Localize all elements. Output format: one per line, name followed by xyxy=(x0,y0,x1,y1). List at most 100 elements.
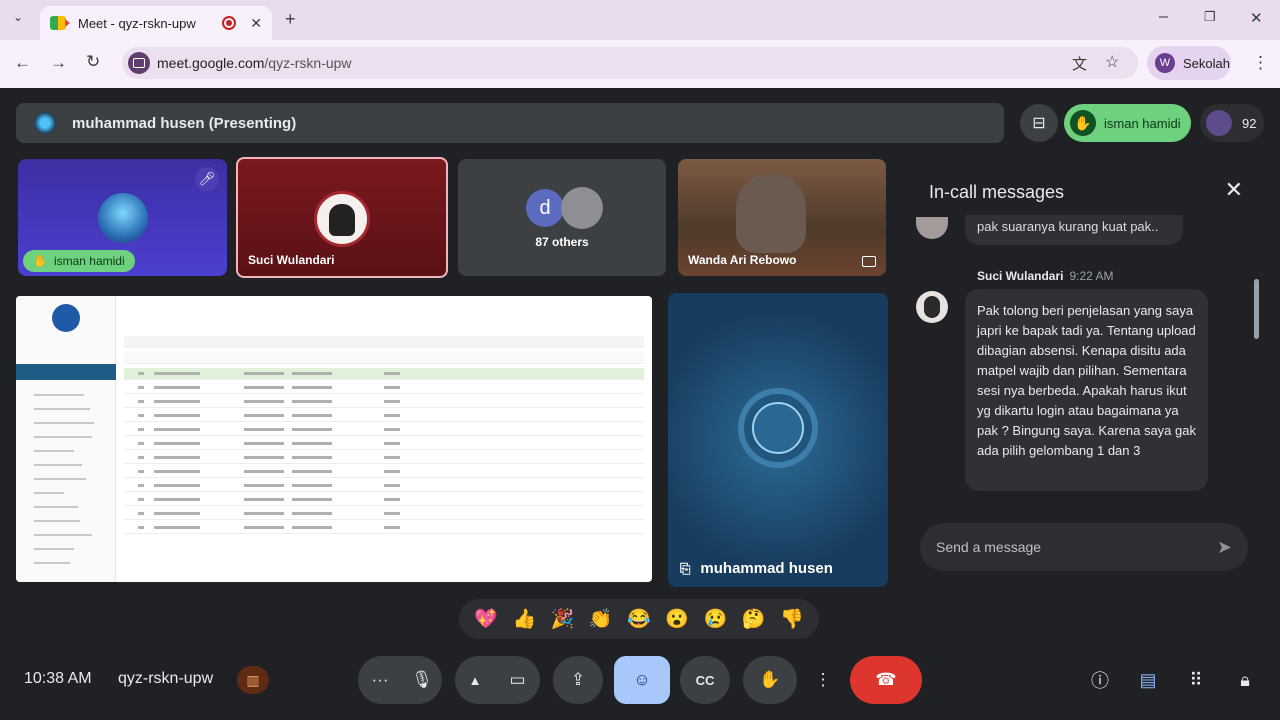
message-bubble: Pak tolong beri penjelasan yang saya jap… xyxy=(965,289,1208,491)
camera-options-button[interactable]: ▲ xyxy=(455,656,495,704)
presenter-avatar xyxy=(34,112,56,134)
captions-icon: CC xyxy=(695,672,715,688)
present-button[interactable]: ⇪ xyxy=(553,656,603,704)
reactions-bar: 💖 👍 🎉 👏 😂 😮 😢 🤔 👎 xyxy=(459,599,819,639)
profile-button[interactable]: W Sekolah xyxy=(1147,46,1231,80)
back-icon[interactable]: ← xyxy=(14,53,31,73)
shared-nav xyxy=(16,364,116,380)
minimize-icon[interactable]: – xyxy=(1159,8,1168,26)
tile-name: Wanda Ari Rebowo xyxy=(688,253,797,267)
window-close-icon[interactable]: ✕ xyxy=(1250,9,1263,27)
reaction-heart[interactable]: 💖 xyxy=(474,607,498,631)
tab-search-icon[interactable]: ⌄ xyxy=(13,10,23,24)
send-icon[interactable]: ➤ xyxy=(1217,537,1232,558)
hang-up-icon: ☎ xyxy=(875,670,897,689)
isman-avatar xyxy=(98,193,148,243)
profile-name: Sekolah xyxy=(1183,55,1230,71)
translate-icon[interactable]: 文 xyxy=(1072,53,1087,74)
camera-icon: ▭ xyxy=(509,670,526,689)
restore-icon[interactable]: ❐ xyxy=(1204,9,1216,25)
activities-icon[interactable]: ⠿ xyxy=(1181,666,1211,694)
host-lock-icon[interactable]: 🔒︎ xyxy=(1230,666,1260,694)
presenter-bar: muhammad husen (Presenting) xyxy=(16,103,1004,143)
shared-screen[interactable] xyxy=(16,296,652,582)
reload-icon[interactable]: ↻ xyxy=(86,52,100,72)
raise-hand-button[interactable]: ✋ xyxy=(743,656,797,704)
reaction-surprised[interactable]: 😮 xyxy=(665,607,689,631)
name-pill: ✋ isman hamidi xyxy=(23,250,135,272)
reaction-clap[interactable]: 👏 xyxy=(589,607,613,631)
hand-icon: ✋ xyxy=(1070,110,1096,136)
reaction-party[interactable]: 🎉 xyxy=(551,607,575,631)
meeting-info-icon[interactable]: ⓘ xyxy=(1085,666,1115,694)
reaction-thumbs-up[interactable]: 👍 xyxy=(512,607,536,631)
browser-tab[interactable]: Meet - qyz-rskn-upw ✕ xyxy=(40,6,272,40)
more-options-button[interactable]: ⋮ xyxy=(808,656,838,704)
raise-hand-icon: ✋ xyxy=(759,670,781,689)
shared-logo xyxy=(52,304,80,332)
reaction-thumbs-down[interactable]: 👎 xyxy=(780,607,804,631)
previous-message: pak suaranya kurang kuat pak.. xyxy=(965,215,1183,245)
chat-input[interactable]: Send a message ➤ xyxy=(920,523,1248,571)
close-chat-icon[interactable]: ✕ xyxy=(1225,177,1243,203)
reaction-sad[interactable]: 😢 xyxy=(704,607,728,631)
tile-name: Suci Wulandari xyxy=(248,253,335,267)
meet-favicon-icon xyxy=(50,16,70,30)
presenting-label: muhammad husen (Presenting) xyxy=(72,114,297,132)
chat-input-placeholder: Send a message xyxy=(936,539,1042,555)
chevron-up-icon: ▲ xyxy=(468,672,482,688)
leave-call-button[interactable]: ☎ xyxy=(850,656,922,704)
forward-icon[interactable]: → xyxy=(50,53,67,73)
browser-tab-bar: ⌄ Meet - qyz-rskn-upw ✕ + – ❐ ✕ xyxy=(0,0,1280,40)
present-screen-icon: ⇪ xyxy=(570,670,586,689)
tab-close-icon[interactable]: ✕ xyxy=(250,15,262,32)
profile-avatar: W xyxy=(1155,53,1175,73)
audio-settings-button[interactable]: ··· xyxy=(358,656,402,704)
new-tab-icon[interactable]: + xyxy=(285,9,296,30)
pip-icon[interactable] xyxy=(862,256,876,267)
presenter-logo xyxy=(738,388,818,468)
others-avatar xyxy=(561,187,603,229)
more-vert-icon: ⋮ xyxy=(814,670,832,689)
presenter-name: ⎘ muhammad husen xyxy=(680,560,833,577)
message-sender: Suci Wulandari 9:22 AM xyxy=(977,269,1114,283)
hand-icon: ✋ xyxy=(33,254,48,268)
reaction-thinking[interactable]: 🤔 xyxy=(742,607,766,631)
recording-icon xyxy=(222,16,237,30)
tile-name: isman hamidi xyxy=(53,254,125,268)
tab-title: Meet - qyz-rskn-upw xyxy=(78,15,196,31)
chat-scrollbar[interactable] xyxy=(1254,279,1259,339)
site-info-icon[interactable] xyxy=(128,52,150,74)
emoji-icon: ☺ xyxy=(633,670,651,689)
chat-icon[interactable]: ▤ xyxy=(1133,666,1163,694)
address-bar[interactable]: meet.google.com/qyz-rskn-upw 文 ☆ xyxy=(122,47,1138,79)
hide-video-icon: ⊟ xyxy=(1032,115,1046,132)
shared-sidebar xyxy=(16,296,116,582)
reactions-button[interactable]: ☺ xyxy=(614,656,670,704)
captions-button[interactable]: CC xyxy=(680,656,730,704)
more-dots-icon: ··· xyxy=(371,670,389,689)
meeting-code: qyz-rskn-upw xyxy=(118,670,214,687)
sender-avatar xyxy=(916,291,948,323)
url-text: meet.google.com/qyz-rskn-upw xyxy=(157,55,352,71)
participant-tile-suci[interactable]: Suci Wulandari xyxy=(236,157,448,278)
raised-hand-name: isman hamidi xyxy=(1104,115,1181,131)
previous-sender-avatar xyxy=(916,217,948,239)
participant-count: 92 xyxy=(1242,115,1257,131)
hide-tiles-button[interactable]: ⊟ xyxy=(1020,104,1058,142)
participants-button[interactable]: 92 xyxy=(1200,104,1264,142)
host-controls-icon[interactable]: ▥ xyxy=(237,666,269,694)
reaction-laugh[interactable]: 😂 xyxy=(627,607,651,631)
raised-hand-button[interactable]: ✋ isman hamidi xyxy=(1064,104,1191,142)
participant-tile-isman[interactable]: 🎤︎ ✋ isman hamidi xyxy=(18,159,227,276)
camera-button[interactable]: ▭ xyxy=(495,656,540,704)
chat-title: In-call messages xyxy=(929,182,1065,202)
browser-menu-icon[interactable]: ⋮ xyxy=(1252,53,1269,73)
browser-toolbar: ← → ↻ meet.google.com/qyz-rskn-upw 文 ☆ W… xyxy=(0,40,1280,88)
bookmark-star-icon[interactable]: ☆ xyxy=(1105,52,1119,72)
presenter-tile[interactable]: ⎘ muhammad husen xyxy=(668,293,888,587)
microphone-button[interactable]: 🎙︎ xyxy=(402,656,442,704)
participants-avatars-icon xyxy=(1206,110,1232,136)
participant-tile-wanda[interactable]: Wanda Ari Rebowo xyxy=(678,159,886,276)
others-tile[interactable]: d 87 others xyxy=(458,159,666,276)
